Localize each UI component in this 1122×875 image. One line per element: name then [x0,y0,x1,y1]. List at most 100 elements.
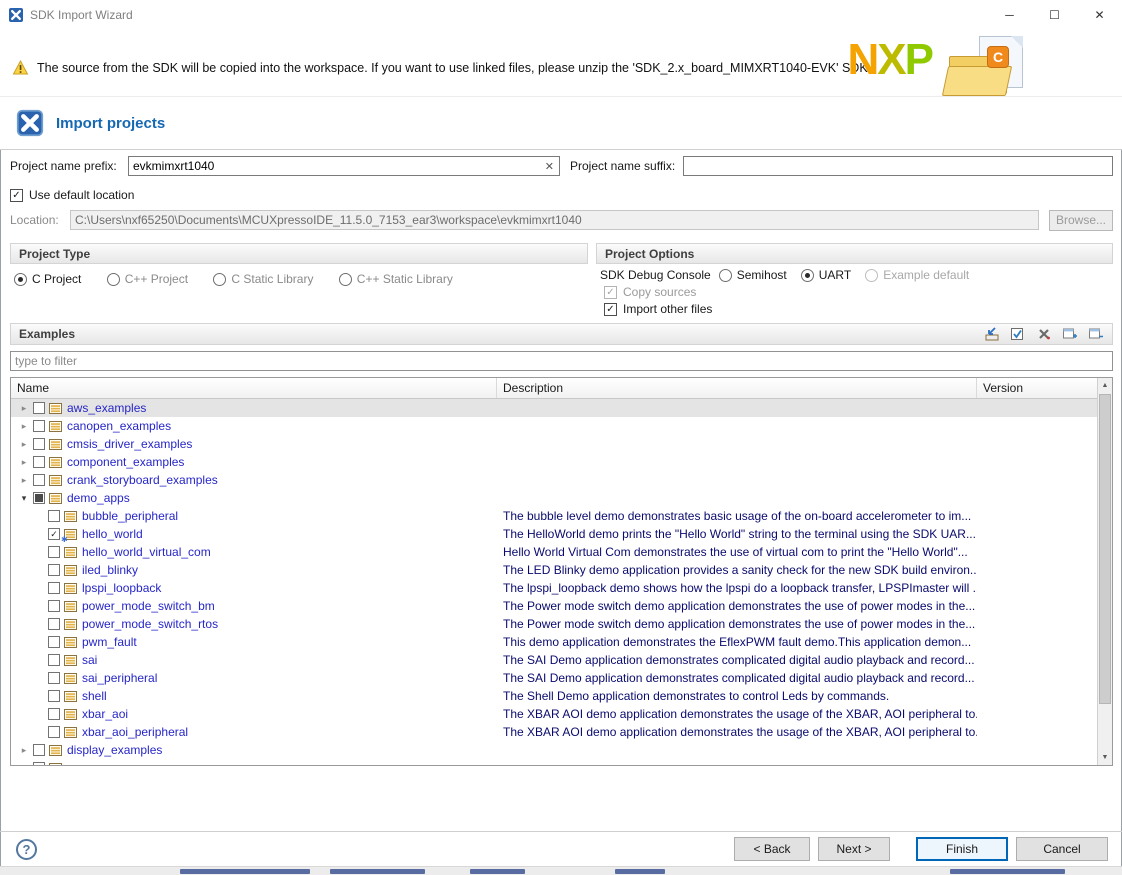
vertical-scrollbar[interactable]: ▲ ▼ [1097,378,1112,765]
expand-arrow-icon[interactable]: ▸ [17,763,31,766]
back-button[interactable]: < Back [734,837,810,861]
row-checkbox[interactable] [33,492,45,504]
example-name[interactable]: aws_examples [67,401,146,415]
collapse-all-icon[interactable] [1087,327,1104,342]
radio-cpp-project[interactable]: C++ Project [107,272,188,286]
row-checkbox[interactable] [33,744,45,756]
expand-arrow-icon[interactable]: ▸ [17,421,31,432]
example-name[interactable]: crank_storyboard_examples [67,473,218,487]
close-icon[interactable]: ✕ [1077,0,1122,30]
row-checkbox[interactable] [48,708,60,720]
example-name[interactable]: pwm_fault [82,635,137,649]
example-name[interactable]: hello_world_virtual_com [82,545,211,559]
example-name[interactable]: sai_peripheral [82,671,157,685]
row-checkbox[interactable]: ✓ [48,528,60,540]
row-checkbox[interactable] [48,564,60,576]
minimize-icon[interactable]: ─ [987,0,1032,30]
select-all-icon[interactable] [1009,327,1026,342]
collapse-arrow-icon[interactable]: ▾ [17,493,31,504]
example-name[interactable]: cmsis_driver_examples [67,437,192,451]
row-checkbox[interactable] [33,474,45,486]
finish-button[interactable]: Finish [916,837,1008,861]
expand-arrow-icon[interactable]: ▸ [17,439,31,450]
scroll-down-icon[interactable]: ▼ [1098,750,1112,765]
table-row[interactable]: ▸ [11,759,1097,765]
expand-arrow-icon[interactable]: ▸ [17,745,31,756]
table-row[interactable]: iled_blinkyThe LED Blinky demo applicati… [11,561,1097,579]
row-checkbox[interactable] [33,438,45,450]
cancel-button[interactable]: Cancel [1016,837,1108,861]
row-checkbox[interactable] [48,618,60,630]
radio-cpp-static-library[interactable]: C++ Static Library [339,272,453,286]
example-name[interactable]: display_examples [67,743,162,757]
example-name[interactable]: hello_world [82,527,143,541]
table-row[interactable]: pwm_faultThis demo application demonstra… [11,633,1097,651]
project-suffix-input[interactable] [688,158,1108,174]
table-row[interactable]: saiThe SAI Demo application demonstrates… [11,651,1097,669]
import-other-files-checkbox[interactable] [604,303,617,316]
row-checkbox[interactable] [48,582,60,594]
row-checkbox[interactable] [33,762,45,765]
expand-arrow-icon[interactable]: ▸ [17,403,31,414]
row-checkbox[interactable] [48,672,60,684]
radio-c-project[interactable]: C Project [14,272,81,286]
expand-arrow-icon[interactable]: ▸ [17,475,31,486]
row-checkbox[interactable] [48,654,60,666]
table-row[interactable]: ▾ demo_apps [11,489,1097,507]
column-header-description[interactable]: Description [497,378,977,398]
table-row[interactable]: ▸ canopen_examples [11,417,1097,435]
expand-arrow-icon[interactable]: ▸ [17,457,31,468]
example-name[interactable]: bubble_peripheral [82,509,178,523]
example-name[interactable]: power_mode_switch_bm [82,599,215,613]
row-checkbox[interactable] [33,402,45,414]
expand-all-icon[interactable] [1061,327,1078,342]
example-name[interactable]: demo_apps [67,491,130,505]
import-archive-icon[interactable] [983,327,1000,342]
maximize-icon[interactable]: ☐ [1032,0,1077,30]
row-checkbox[interactable] [33,456,45,468]
radio-semihost[interactable]: Semihost [719,268,787,282]
project-prefix-input[interactable] [133,158,544,174]
table-row[interactable]: sai_peripheralThe SAI Demo application d… [11,669,1097,687]
example-name[interactable]: canopen_examples [67,419,171,433]
row-checkbox[interactable] [48,546,60,558]
help-icon[interactable]: ? [16,839,37,860]
row-checkbox[interactable] [48,636,60,648]
example-name[interactable]: xbar_aoi [82,707,128,721]
example-name[interactable]: component_examples [67,455,184,469]
row-checkbox[interactable] [48,600,60,612]
table-row[interactable]: xbar_aoiThe XBAR AOI demo application de… [11,705,1097,723]
example-name[interactable]: sai [82,653,97,667]
table-row[interactable]: ▸ crank_storyboard_examples [11,471,1097,489]
next-button[interactable]: Next > [818,837,890,861]
table-row[interactable]: power_mode_switch_bmThe Power mode switc… [11,597,1097,615]
column-header-version[interactable]: Version [977,378,1112,398]
table-row[interactable]: shellThe Shell Demo application demonstr… [11,687,1097,705]
table-row[interactable]: power_mode_switch_rtosThe Power mode swi… [11,615,1097,633]
table-row[interactable]: lpspi_loopbackThe lpspi_loopback demo sh… [11,579,1097,597]
example-name[interactable]: lpspi_loopback [82,581,161,595]
scrollbar-thumb[interactable] [1099,394,1111,704]
example-name[interactable]: power_mode_switch_rtos [82,617,218,631]
row-checkbox[interactable] [48,726,60,738]
example-name[interactable]: iled_blinky [82,563,138,577]
use-default-location-checkbox[interactable] [10,189,23,202]
row-checkbox[interactable] [48,510,60,522]
table-row[interactable]: ✓✱hello_worldThe HelloWorld demo prints … [11,525,1097,543]
clear-selection-icon[interactable] [1035,327,1052,342]
filter-input[interactable] [15,354,1108,368]
table-row[interactable]: hello_world_virtual_comHello World Virtu… [11,543,1097,561]
example-name[interactable]: shell [82,689,107,703]
table-row[interactable]: ▸ cmsis_driver_examples [11,435,1097,453]
column-header-name[interactable]: Name [11,378,497,398]
table-row[interactable]: ▸ display_examples [11,741,1097,759]
row-checkbox[interactable] [48,690,60,702]
table-row[interactable]: bubble_peripheralThe bubble level demo d… [11,507,1097,525]
example-name[interactable]: xbar_aoi_peripheral [82,725,188,739]
table-row[interactable]: ▸ aws_examples [11,399,1097,417]
row-checkbox[interactable] [33,420,45,432]
radio-uart[interactable]: UART [801,268,851,282]
scroll-up-icon[interactable]: ▲ [1098,378,1112,393]
radio-c-static-library[interactable]: C Static Library [213,272,313,286]
table-row[interactable]: ▸ component_examples [11,453,1097,471]
